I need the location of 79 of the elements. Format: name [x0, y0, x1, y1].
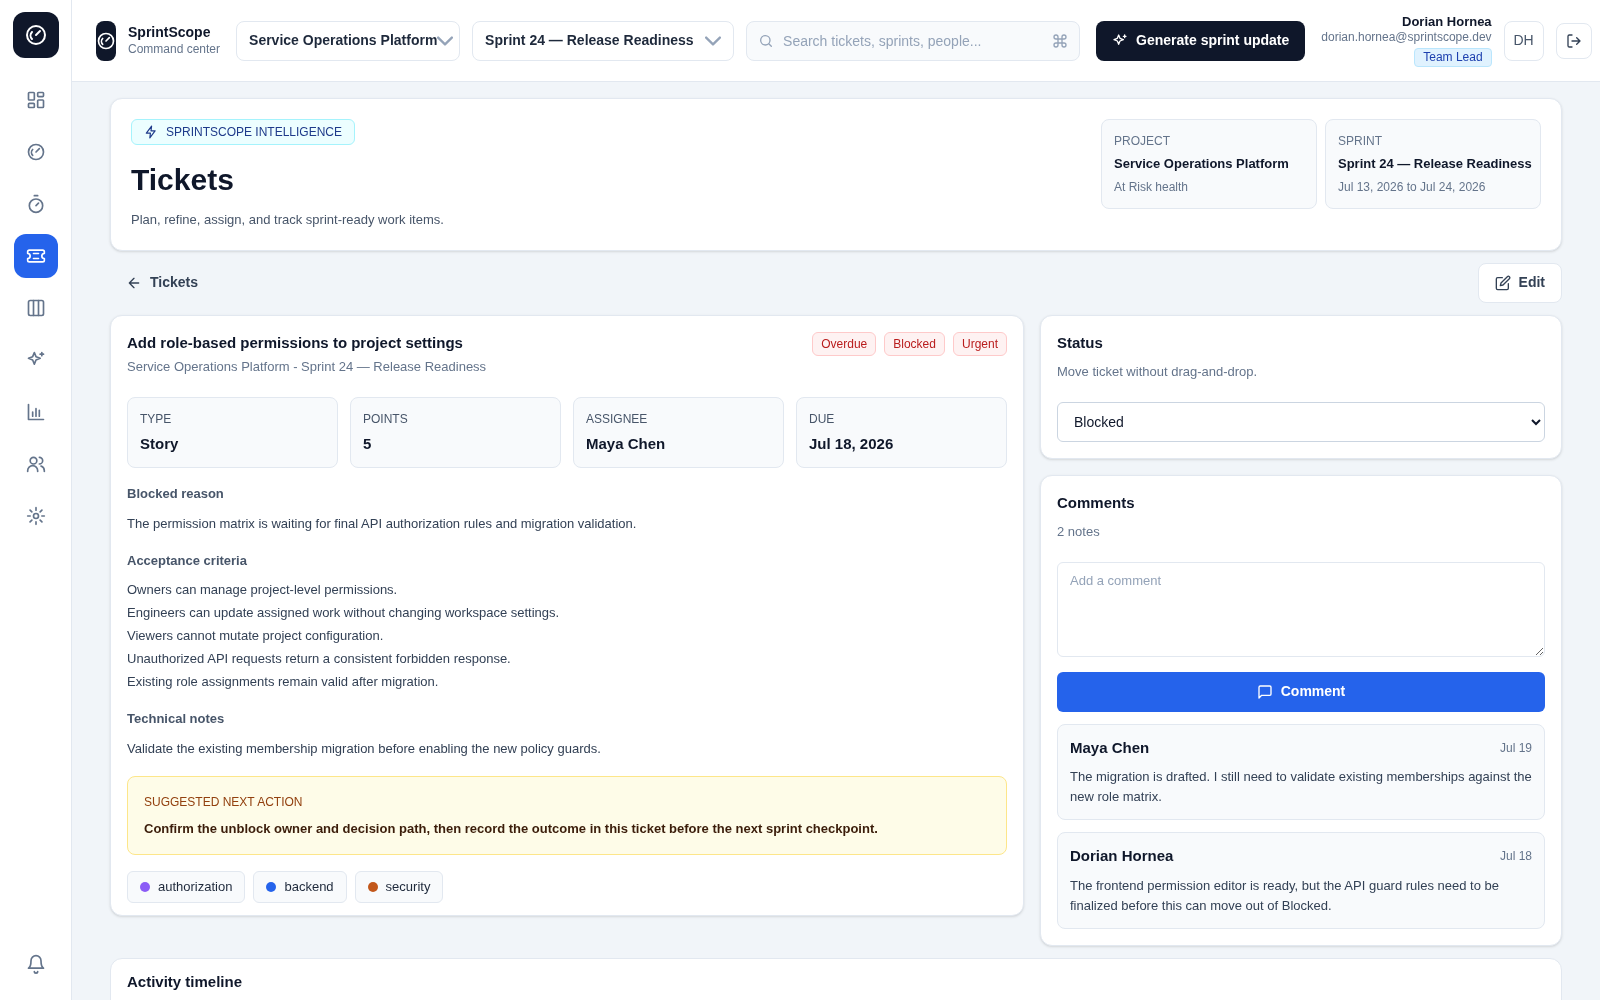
- comments-title: Comments: [1057, 492, 1136, 513]
- user-name: Dorian Hornea: [1402, 13, 1492, 31]
- section-text: Owners can manage project-level permissions.: [127, 581, 399, 599]
- role-badge: Team Lead: [1414, 48, 1492, 68]
- back-link[interactable]: Tickets: [110, 272, 214, 293]
- detail-value: Maya Chen: [586, 433, 667, 454]
- status-title: Status: [1057, 332, 1104, 353]
- command-key-icon: [1052, 32, 1069, 49]
- edit-button[interactable]: Edit: [1477, 262, 1562, 303]
- user-email: dorian.hornea@sprintscope.dev: [1321, 30, 1492, 46]
- logout-icon: [1565, 32, 1582, 49]
- detail-label: POINTS: [363, 410, 409, 428]
- bar-chart-icon: [25, 402, 46, 422]
- gauge-icon: [96, 30, 116, 51]
- comment-button[interactable]: Comment: [1057, 671, 1545, 712]
- section-heading: Technical notes: [127, 710, 226, 728]
- status-subtitle: Move ticket without drag-and-drop.: [1057, 363, 1259, 381]
- section-text: The permission matrix is waiting for final API authorization rules and migration validation.: [127, 514, 638, 533]
- tag-chip: security: [354, 871, 444, 903]
- brand-subtitle: Command center: [128, 41, 221, 57]
- detail-label: ASSIGNEE: [586, 410, 649, 428]
- ticket-title: Add role-based permissions to project settings: [127, 332, 464, 353]
- status-badge: Urgent: [952, 331, 1007, 356]
- comment-text: The migration is drafted. I still need to validate existing memberships against the new role matrix.: [1070, 768, 1532, 806]
- suggestion-label: SUGGESTED NEXT ACTION: [144, 793, 304, 811]
- ticket-icon: [25, 246, 46, 266]
- comment-date: Jul 19: [1499, 739, 1532, 757]
- search-icon: [758, 32, 775, 49]
- tag-chip: authorization: [127, 871, 246, 903]
- suggestion-text: Confirm the unblock owner and decision path, then record the outcome in this ticket before the next sprint checkpoint.: [144, 819, 879, 838]
- search-field[interactable]: Search tickets, sprints, people...: [746, 20, 1081, 61]
- section-text: Engineers can update assigned work without changing workspace settings.: [127, 604, 561, 622]
- section-text: Unauthorized API requests return a consistent forbidden response.: [127, 650, 512, 668]
- detail-value: Jul 18, 2026: [809, 433, 895, 454]
- status-select[interactable]: Blocked: [1057, 401, 1545, 442]
- section-heading: Acceptance criteria: [127, 551, 248, 570]
- detail-value: 5: [363, 433, 373, 454]
- section-heading: Blocked reason: [127, 485, 225, 503]
- select-dropdown[interactable]: Sprint 24 — Release Readiness: [472, 20, 735, 61]
- context-note: At Risk health: [1114, 178, 1190, 196]
- lightning-icon: [144, 125, 158, 139]
- context-label: SPRINT: [1338, 133, 1383, 150]
- detail-label: TYPE: [140, 410, 173, 428]
- edit-icon: [1494, 274, 1511, 291]
- dashboard-icon: [25, 90, 46, 110]
- comment-author: Dorian Hornea: [1070, 846, 1174, 866]
- comment-date: Jul 18: [1499, 848, 1532, 866]
- tag-chip: backend: [253, 871, 347, 903]
- context-note: Jul 13, 2026 to Jul 24, 2026: [1338, 178, 1487, 196]
- intelligence-badge: SPRINTSCOPE INTELLIGENCE: [131, 119, 356, 145]
- context-value: Service Operations Platform: [1114, 155, 1290, 173]
- gauge-icon: [23, 23, 48, 47]
- speech-bubble-icon: [1256, 683, 1273, 700]
- status-badge: Overdue: [812, 331, 877, 356]
- avatar-button[interactable]: DH: [1503, 20, 1544, 61]
- users-icon: [25, 454, 46, 474]
- comment-count: 2 notes: [1057, 523, 1101, 541]
- detail-value: Story: [140, 433, 180, 454]
- comment-input[interactable]: Add a comment: [1057, 561, 1545, 657]
- bell-icon: [25, 954, 46, 974]
- status-badge: Blocked: [884, 331, 945, 356]
- page-subtitle: Plan, refine, assign, and track sprint-ready work items.: [131, 211, 444, 229]
- generate-update-button[interactable]: Generate sprint update: [1096, 20, 1306, 61]
- page-title: Tickets: [131, 162, 234, 198]
- context-label: PROJECT: [1114, 133, 1171, 150]
- logout-button[interactable]: [1555, 22, 1592, 59]
- brand-name: SprintScope: [128, 24, 212, 42]
- ticket-context: Service Operations Platform - Sprint 24 — Release Readiness: [127, 358, 487, 376]
- columns-icon: [25, 298, 46, 318]
- comment-text: The frontend permission editor is ready, but the API guard rules need to be finalized before this can move out of Blocked.: [1070, 876, 1500, 915]
- comment-author: Maya Chen: [1070, 737, 1150, 758]
- section-text: Viewers cannot mutate project configuration.: [127, 627, 385, 645]
- section-text: Validate the existing membership migration before enabling the new policy guards.: [127, 739, 602, 758]
- detail-label: DUE: [809, 410, 836, 428]
- sidebar-item[interactable]: [13, 234, 58, 278]
- gauge-icon: [25, 142, 46, 162]
- select-dropdown[interactable]: Service Operations Platform: [236, 20, 461, 61]
- section-text: Existing role assignments remain valid after migration.: [127, 673, 440, 691]
- activity-title: Activity timeline: [127, 971, 244, 992]
